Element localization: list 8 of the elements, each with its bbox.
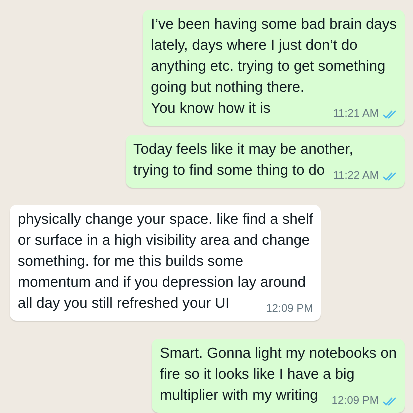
message-time: 12:09 PM <box>332 394 379 409</box>
sent-message: I’ve been having some bad brain days lately, days where I just don’t do anything etc. trying to get something going but nothing there. You know how it is 11:21 AM <box>143 10 405 126</box>
sent-message: Smart. Gonna light my notebooks on fire so it looks like I have a big multiplier with my writing 12:09 PM <box>152 339 405 413</box>
received-message: physically change your space. like find a shelf or surface in a high visibility area and change something. for me this builds some momentum and if you depression lay around all day you still refreshed your UI 12:09 PM <box>10 205 322 321</box>
sent-message: Today feels like it may be another, trying to find some thing to do 11:22 AM <box>126 135 405 188</box>
message-time: 12:09 PM <box>266 302 314 317</box>
message-time: 11:22 AM <box>333 169 379 184</box>
message-time: 11:21 AM <box>333 107 379 122</box>
